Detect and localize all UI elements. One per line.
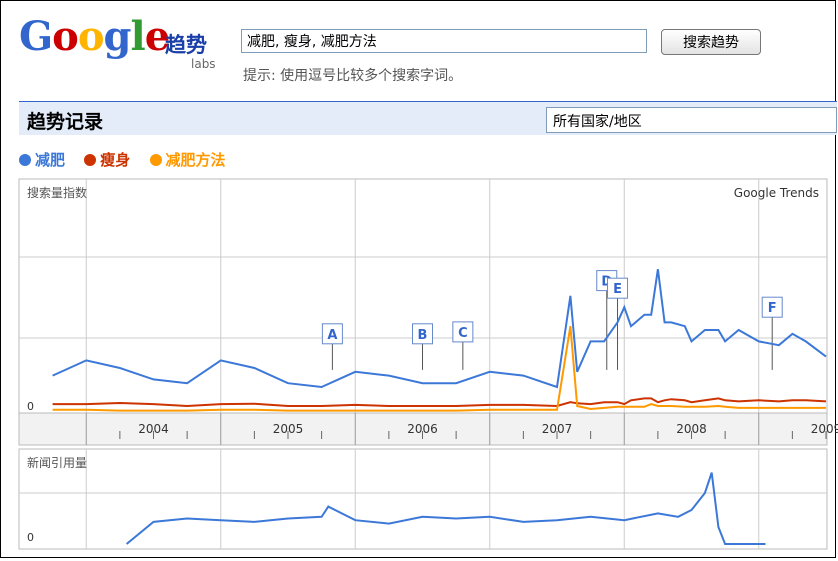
- watermark: Google Trends: [734, 186, 819, 200]
- news-zero-label: 0: [27, 531, 34, 544]
- year-label-2009: 2009: [811, 422, 838, 436]
- year-label-2004: 2004: [138, 422, 169, 436]
- year-label-2006: 2006: [407, 422, 438, 436]
- annotation-label-A: A: [327, 328, 337, 343]
- annotation-label-E: E: [613, 282, 622, 297]
- year-label-2007: 2007: [542, 422, 573, 436]
- annotation-label-B: B: [418, 328, 428, 343]
- year-label-2008: 2008: [676, 422, 707, 436]
- main-zero-label: 0: [27, 400, 34, 413]
- trends-page: Google 趋势 labs 搜索趋势 提示: 使用逗号比较多个搜索字词。 趋势…: [0, 0, 838, 558]
- year-label-2005: 2005: [273, 422, 304, 436]
- news-ylabel: 新闻引用量: [27, 455, 87, 470]
- annotation-label-C: C: [458, 326, 468, 341]
- trends-chart: 搜索量指数 Google Trends0A B CDEF2004 2005 2006 200…: [18, 178, 838, 550]
- annotation-label-F: F: [768, 301, 777, 316]
- main-ylabel: 搜索量指数: [27, 185, 87, 200]
- main-plot-area: [18, 178, 828, 414]
